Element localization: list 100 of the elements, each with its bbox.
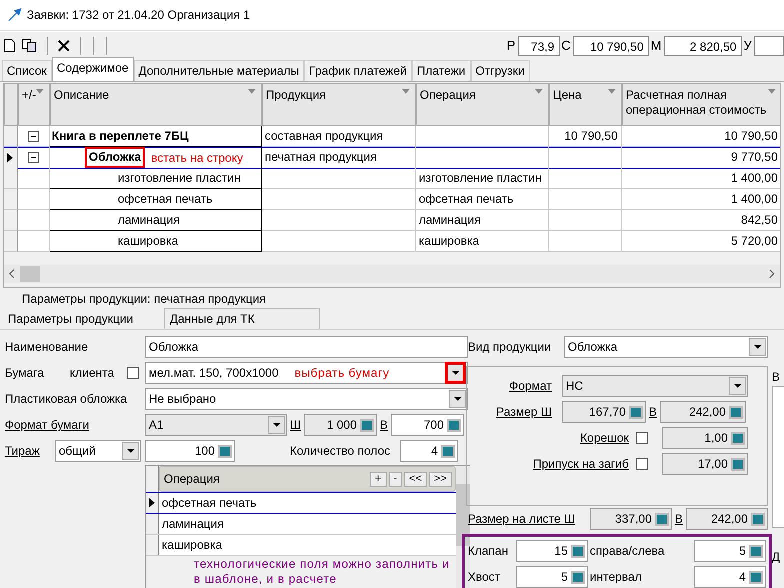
dropdown-button[interactable] xyxy=(268,416,285,434)
column-header: Операция xyxy=(164,472,220,486)
table-cell-text: ламинация xyxy=(161,516,224,533)
arrow-icon xyxy=(8,8,22,22)
flap-field[interactable]: 5 xyxy=(516,566,588,588)
total-field[interactable]: 10 790,50 xyxy=(572,36,649,56)
calculator-icon[interactable] xyxy=(729,406,744,418)
copy-icon[interactable] xyxy=(22,38,38,52)
paper-select-text[interactable]: мел.мат. 150, 700х1000 xyxy=(149,366,279,380)
calculator-icon[interactable] xyxy=(360,418,374,432)
dropdown-button[interactable] xyxy=(749,338,766,356)
calculator-icon[interactable] xyxy=(731,432,745,444)
flap-field[interactable]: 4 xyxy=(694,566,766,588)
grid-button[interactable]: << xyxy=(404,472,428,486)
total-field[interactable]: 73,9 xyxy=(518,36,560,56)
checkbox[interactable] xyxy=(636,432,648,444)
dropdown-button[interactable] xyxy=(449,390,466,408)
plastic-select-text[interactable]: Не выбрано xyxy=(149,392,216,406)
flap-field[interactable]: 5 xyxy=(694,540,766,562)
calculator-icon[interactable] xyxy=(629,406,643,418)
new-document-icon[interactable] xyxy=(4,38,16,52)
scroll-right-icon[interactable] xyxy=(768,269,776,279)
dropdown-button[interactable] xyxy=(729,377,746,395)
column-header[interactable]: +/- xyxy=(18,84,50,126)
calculator-icon[interactable] xyxy=(571,544,585,558)
calculator-icon[interactable] xyxy=(447,418,462,432)
column-header[interactable]: Продукция xyxy=(262,84,416,126)
scroll-left-icon[interactable] xyxy=(8,269,16,279)
checkbox[interactable] xyxy=(636,458,648,470)
spine-value[interactable]: 1,00 xyxy=(704,431,728,445)
delete-icon[interactable] xyxy=(57,38,71,52)
grid-button[interactable]: - xyxy=(388,472,402,486)
calculator-icon[interactable] xyxy=(749,544,763,558)
format-link[interactable]: Формат xyxy=(467,379,557,393)
field-label: Количество полос xyxy=(290,444,392,458)
total-field[interactable] xyxy=(754,36,784,56)
grid-button[interactable]: >> xyxy=(429,472,452,486)
height-link[interactable]: В xyxy=(380,418,388,432)
field-label: Бумага xyxy=(5,366,46,380)
table-cell: составная продукция xyxy=(262,126,416,147)
height-link[interactable]: В xyxy=(675,512,684,526)
calculator-icon[interactable] xyxy=(731,458,745,470)
size-link[interactable]: Размер Ш xyxy=(467,405,557,419)
fold-allowance-link[interactable]: Припуск на загиб xyxy=(467,457,634,471)
run-link[interactable]: Тираж xyxy=(5,444,55,458)
total-label: Р xyxy=(506,38,516,53)
annotation-text: встать на строку xyxy=(151,150,244,166)
column-header[interactable]: Описание xyxy=(50,84,262,126)
column-header[interactable]: Операция xyxy=(416,84,549,126)
total-field[interactable]: 2 820,50 xyxy=(664,36,742,56)
annotation-text: технологические поля можно заполнить и в шаблоне, и в расчете xyxy=(193,556,451,587)
tab[interactable]: Данные для ТК xyxy=(164,308,320,329)
checkbox[interactable] xyxy=(127,367,139,379)
calculator-icon[interactable] xyxy=(751,512,766,526)
name-field[interactable]: Обложка xyxy=(145,336,468,358)
calculator-icon[interactable] xyxy=(655,512,669,526)
table-cell: 10 790,50 xyxy=(622,126,780,147)
paper-format-link[interactable]: Формат бумаги xyxy=(5,418,145,432)
column-header[interactable]: Расчетная полная операционная стоимость xyxy=(622,84,780,126)
spine-link[interactable]: Корешок xyxy=(467,431,634,445)
scrollbar-thumb[interactable] xyxy=(20,266,40,282)
description-text: кашировка xyxy=(118,232,178,250)
description-text: Книга в переплете 7БЦ xyxy=(52,128,189,144)
width-link[interactable]: Ш xyxy=(290,418,301,432)
calculator-icon[interactable] xyxy=(571,570,585,584)
dropdown-button[interactable] xyxy=(122,442,139,460)
calculator-icon[interactable] xyxy=(441,444,455,458)
field-label: Пластиковая обложка xyxy=(5,392,128,406)
window-title: Заявки: 1732 от 21.04.20 Организация 1 xyxy=(27,8,250,22)
annotation-text: выбрать бумагу xyxy=(294,366,390,380)
tab[interactable]: График платежей xyxy=(304,60,412,81)
table-cell: 10 790,50 xyxy=(549,126,622,147)
run-value[interactable]: 100 xyxy=(194,444,215,458)
grid-button[interactable]: + xyxy=(370,472,387,486)
format-select-text[interactable]: НС xyxy=(566,379,584,393)
collapse-icon[interactable] xyxy=(28,130,39,142)
column-header[interactable]: Цена xyxy=(549,84,622,126)
horizontal-scrollbar[interactable] xyxy=(4,265,780,283)
calculator-icon[interactable] xyxy=(218,444,232,458)
table-cell xyxy=(18,231,50,252)
calculator-icon[interactable] xyxy=(749,570,763,584)
table-cell-text: офсетная печать xyxy=(161,495,257,512)
row-indicator[interactable] xyxy=(4,147,18,169)
kind-select-text[interactable]: Обложка xyxy=(568,340,618,354)
tab[interactable]: Отгрузки xyxy=(470,60,530,81)
tab[interactable]: Содержимое xyxy=(52,57,134,81)
collapse-icon[interactable] xyxy=(28,152,39,163)
sheet-size-link[interactable]: Размер на листе Ш xyxy=(468,512,590,526)
field-label: Клапан xyxy=(468,544,510,558)
row-indicator[interactable] xyxy=(146,493,159,513)
dropdown-button[interactable] xyxy=(445,362,466,384)
pages-value[interactable]: 4 xyxy=(431,444,438,458)
height-link[interactable]: В xyxy=(649,405,658,419)
height-value[interactable]: 700 xyxy=(424,418,444,432)
field-label: Хвост xyxy=(468,570,502,584)
tab[interactable]: Список xyxy=(2,60,52,81)
tab[interactable]: Дополнительные материалы xyxy=(134,60,304,81)
format-select-text[interactable]: А1 xyxy=(149,418,164,432)
tab[interactable]: Платежи xyxy=(412,60,471,81)
flap-field[interactable]: 15 xyxy=(516,540,588,562)
